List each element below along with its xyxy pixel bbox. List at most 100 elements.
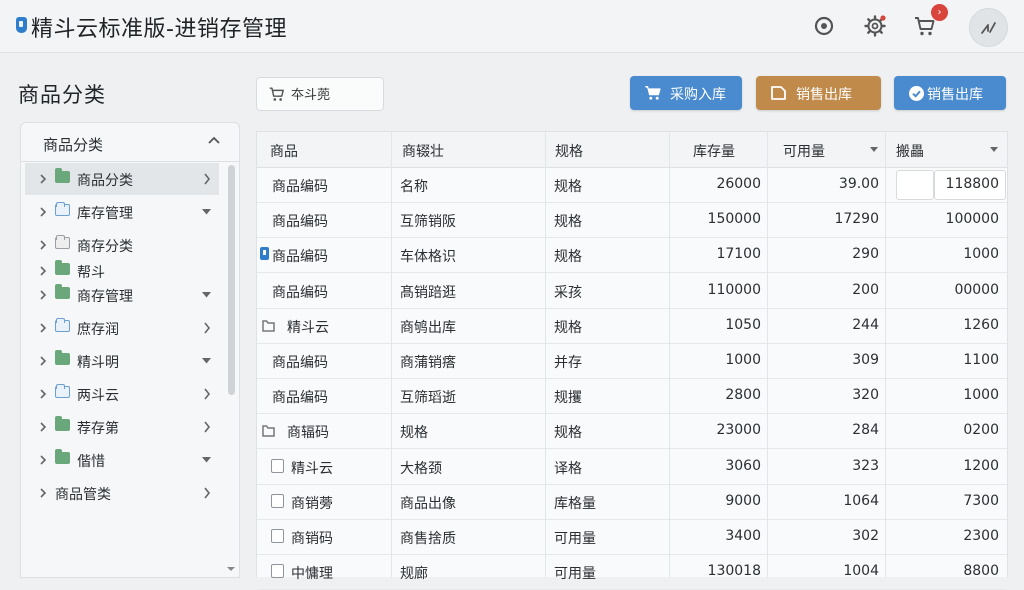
sidebar-item[interactable]: 商品管类 [25, 477, 219, 509]
scroll-down-icon[interactable] [226, 565, 236, 573]
expand-chevron-icon[interactable] [39, 174, 47, 184]
gear-icon[interactable] [863, 14, 887, 38]
folder-icon [55, 235, 70, 249]
table-row[interactable]: 商销蒡 商品出像 库格量 9000 1064 7300 [257, 484, 1007, 520]
table-row[interactable]: 商品编码 互筛瑫逝 规攫 2800 320 1000 [257, 378, 1007, 415]
sort-caret-icon[interactable] [869, 146, 879, 154]
column-header[interactable]: 搬畾 [896, 141, 924, 161]
chevron-right-icon[interactable] [203, 388, 211, 400]
cell-spec: 规格 [554, 249, 582, 266]
cell-spec: 采孩 [554, 284, 582, 301]
expand-chevron-icon[interactable] [39, 389, 47, 399]
cell-available: 1004 [843, 563, 879, 580]
settings-badge-icon[interactable] [812, 14, 836, 38]
table-row[interactable]: 商辐码 规格 规格 23000 284 0200 [257, 413, 1007, 450]
inventory-table: 商品 商辍壮 规格 库存量 可用量 搬畾 商品编码 名称 规格 26000 39.00 1… [256, 131, 1008, 590]
sales-outbound-button-2[interactable]: 销售出库 [894, 76, 1006, 110]
table-header: 商品 商辍壮 规格 库存量 可用量 搬畾 [257, 132, 1007, 168]
sort-caret-icon[interactable] [989, 146, 999, 154]
expand-chevron-icon[interactable] [39, 266, 47, 276]
chevron-right-icon[interactable] [203, 487, 211, 499]
cell-available: 244 [852, 316, 879, 333]
column-header[interactable]: 商辍壮 [402, 141, 444, 161]
cell-spec: 规格 [554, 425, 582, 442]
column-header[interactable]: 库存量 [693, 141, 735, 161]
sidebar-item-label: 偕惜 [77, 454, 105, 470]
cell-available: 1064 [843, 492, 879, 509]
sidebar-item[interactable]: 荐存第 [25, 411, 219, 443]
table-row[interactable]: 商品编码 车体格识 规格 17100 290 1000 [257, 237, 1007, 274]
category-tree-header[interactable]: 商品分类 [21, 123, 239, 162]
cell-stock: 23000 [716, 422, 761, 439]
sidebar-item[interactable]: 庶存润 [25, 312, 219, 344]
cell-qty: 1000 [963, 387, 999, 404]
table-row[interactable]: 商品编码 商蒲销瘩 并存 1000 309 1100 [257, 343, 1007, 379]
cell-available: 309 [852, 352, 879, 368]
chevron-right-icon[interactable] [203, 173, 211, 185]
row-checkbox[interactable] [271, 493, 284, 508]
purchase-inbound-button[interactable]: 采购入库 [630, 76, 742, 110]
expand-chevron-icon[interactable] [39, 422, 47, 432]
sidebar-item[interactable]: 商品分类 [25, 163, 219, 195]
table-row[interactable]: 精斗云 商鸲出库 规格 1050 244 1260 [257, 308, 1007, 344]
expand-chevron-icon[interactable] [39, 488, 47, 498]
cell-available: 17290 [834, 211, 879, 228]
expand-chevron-icon[interactable] [39, 455, 47, 465]
sidebar-item[interactable]: 库存管理 [25, 196, 219, 228]
cell-spec: 并存 [554, 355, 582, 371]
table-row[interactable]: 中慵理 规廊 可用量 130018 1004 8800 [257, 554, 1007, 590]
table-row[interactable]: 商销码 商售捨质 可用量 3400 302 2300 [257, 519, 1007, 555]
sidebar-item[interactable]: 偕惜 [25, 444, 219, 476]
caret-down-icon[interactable] [201, 208, 212, 216]
user-avatar[interactable] [969, 8, 1008, 47]
sidebar-item[interactable]: 商存管理 [25, 279, 219, 311]
table-row[interactable]: 商品编码 互筛销阪 规格 150000 17290 100000 [257, 202, 1007, 239]
cell-product: 商品编码 [272, 249, 328, 266]
sidebar-item[interactable]: 两斗云 [25, 378, 219, 410]
app-header: 精斗云标准版-进销存管理 › [0, 0, 1024, 53]
column-header[interactable]: 可用量 [783, 141, 825, 161]
caret-down-icon[interactable] [201, 291, 212, 299]
folder-outline-icon [262, 320, 275, 332]
cell-name: 大格颈 [400, 460, 442, 477]
cell-product: 精斗云 [291, 460, 333, 477]
table-row[interactable]: 商品编码 髙销踣逛 采孩 110000 200 00000 [257, 273, 1007, 309]
sidebar-item[interactable]: 精斗明 [25, 345, 219, 377]
chevron-up-icon[interactable] [207, 135, 221, 145]
document-icon [771, 86, 786, 100]
cell-stock: 1050 [725, 316, 761, 333]
expand-chevron-icon[interactable] [39, 323, 47, 333]
row-checkbox[interactable] [271, 529, 284, 543]
caret-down-icon[interactable] [201, 456, 212, 464]
column-divider [767, 132, 768, 577]
cell-stock: 1000 [725, 352, 761, 368]
expand-chevron-icon[interactable] [39, 290, 47, 300]
category-tree-panel: 商品分类 商品分类 库存管理 商存分类 帮斗 商存管理 庶存润 精斗明 两斗云 荐存第 偕惜 商品管… [20, 122, 240, 578]
row-checkbox[interactable] [271, 564, 284, 579]
folder-icon [55, 384, 70, 398]
button-label: 销售出库 [796, 87, 852, 103]
table-row[interactable]: 商品编码 名称 规格 26000 39.00 118800 [257, 167, 1007, 203]
sidebar-item-label: 库存管理 [77, 206, 133, 222]
column-header[interactable]: 商品 [270, 141, 298, 161]
cell-product: 商品编码 [272, 179, 328, 195]
expand-chevron-icon[interactable] [39, 356, 47, 366]
row-checkbox[interactable] [271, 458, 284, 473]
chevron-right-icon[interactable] [203, 421, 211, 433]
cell-name: 互筛瑫逝 [400, 390, 456, 407]
cell-product: 商辐码 [287, 425, 329, 442]
cart-icon [645, 86, 661, 100]
column-header[interactable]: 规格 [555, 141, 583, 161]
expand-chevron-icon[interactable] [39, 207, 47, 217]
table-row[interactable]: 精斗云 大格颈 译格 3060 323 1200 [257, 449, 1007, 485]
expand-chevron-icon[interactable] [39, 240, 47, 250]
sidebar-scrollbar[interactable] [228, 165, 235, 395]
caret-down-icon[interactable] [201, 357, 212, 365]
sidebar-item-label: 精斗明 [77, 355, 119, 371]
chevron-right-icon[interactable] [203, 322, 211, 334]
sales-outbound-button[interactable]: 销售出库 [756, 76, 881, 110]
search-box[interactable] [256, 77, 384, 111]
cell-name: 车体格识 [400, 249, 456, 266]
cell-product: 中慵理 [291, 566, 333, 583]
search-input[interactable] [291, 84, 377, 102]
